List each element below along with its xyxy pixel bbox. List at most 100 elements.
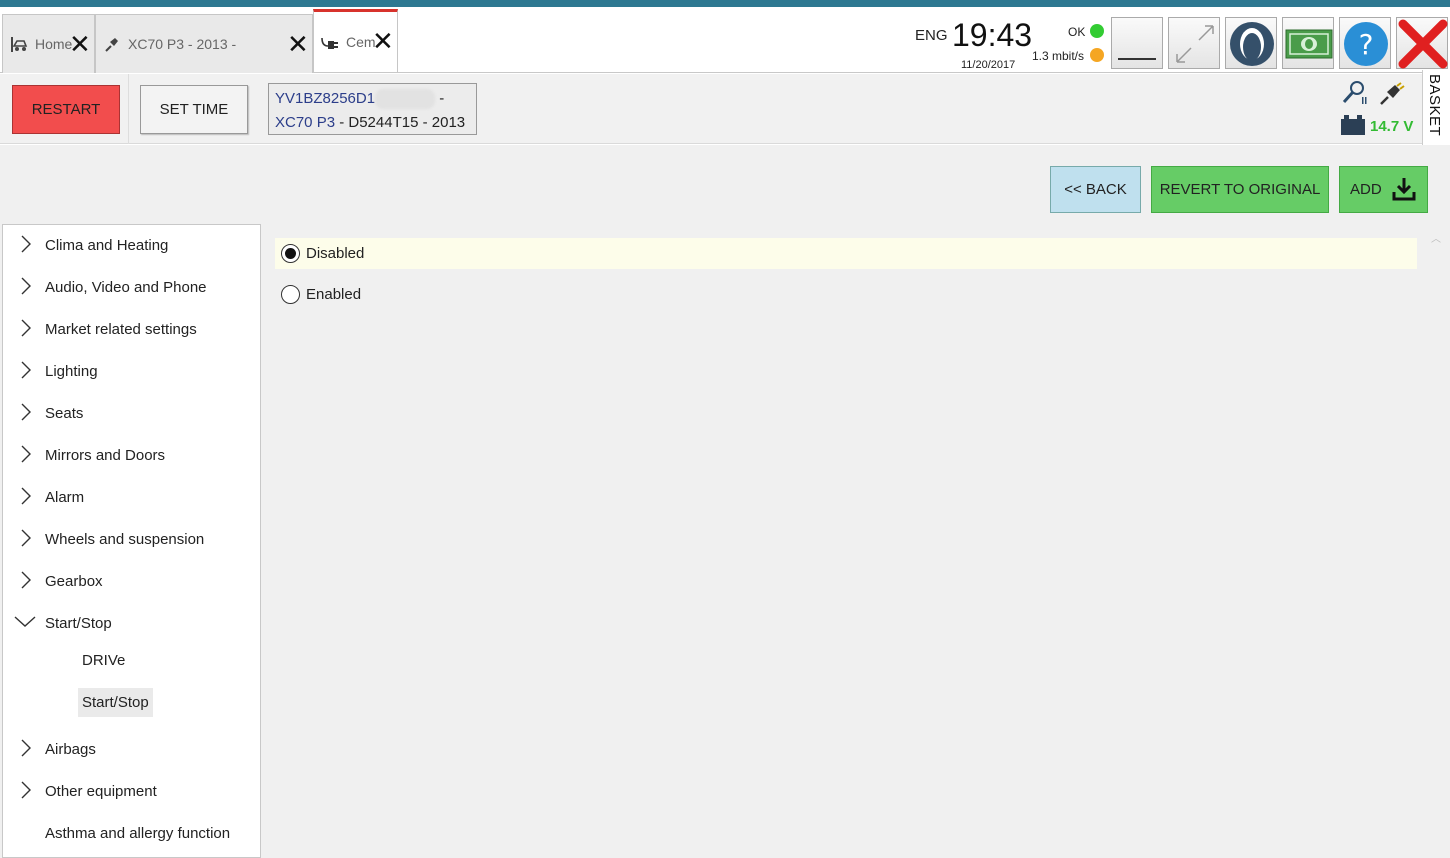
- tree-item-asthma-allergy[interactable]: Asthma and allergy function: [3, 817, 260, 851]
- tree-item-seats[interactable]: Seats: [3, 397, 260, 431]
- tree-item-label: Alarm: [45, 489, 85, 506]
- user-icon: [1230, 22, 1274, 66]
- tab-home-label: Home: [35, 36, 73, 52]
- clock-time: 19:43: [952, 17, 1033, 53]
- chevron-right-icon: [21, 487, 31, 505]
- tree-item-clima-heating[interactable]: Clima and Heating: [3, 229, 260, 263]
- tree-item-label: Asthma and allergy function: [45, 825, 231, 842]
- vehicle-model: XC70 P3: [275, 114, 336, 131]
- main-content: << BACK REVERT TO ORIGINAL ADD Clima and…: [0, 145, 1450, 858]
- language-indicator[interactable]: ENG: [915, 27, 948, 44]
- tree-item-label: DRIVe: [82, 652, 126, 669]
- tab-cem[interactable]: Cem ✕: [313, 9, 398, 72]
- settings-tree: Clima and Heating Audio, Video and Phone…: [2, 224, 261, 858]
- chevron-right-icon: [21, 403, 31, 421]
- tab-vehicle[interactable]: XC70 P3 - 2013 - ✕: [95, 14, 313, 73]
- top-stripe: [0, 0, 1450, 7]
- option-disabled[interactable]: Disabled: [275, 238, 1417, 269]
- radio-disabled[interactable]: [281, 244, 300, 263]
- chevron-right-icon: [21, 319, 31, 337]
- vin-suffix: -: [439, 90, 445, 107]
- tree-item-label: Seats: [45, 405, 84, 422]
- tree-item-gearbox[interactable]: Gearbox: [3, 565, 260, 599]
- tree-item-wheels-suspension[interactable]: Wheels and suspension: [3, 523, 260, 557]
- chevron-right-icon: [21, 361, 31, 379]
- money-icon: [1285, 29, 1333, 59]
- tree-item-alarm[interactable]: Alarm: [3, 481, 260, 515]
- chevron-right-icon: [21, 277, 31, 295]
- tab-vehicle-label: XC70 P3 - 2013 -: [128, 36, 237, 52]
- battery-icon: [1341, 115, 1365, 135]
- tree-subitem-start-stop[interactable]: Start/Stop: [3, 686, 260, 720]
- scroll-up-icon[interactable]: ︿: [1431, 230, 1441, 245]
- tree-item-label: Audio, Video and Phone: [45, 279, 207, 296]
- option-label: Disabled: [306, 245, 365, 262]
- battery-voltage: 14.7 V: [1370, 118, 1414, 135]
- connector-icon: [321, 37, 338, 49]
- transfer-rate-label: 1.3 mbit/s: [1032, 49, 1085, 63]
- clock-date: 11/20/2017: [961, 59, 1016, 71]
- tree-item-audio-video-phone[interactable]: Audio, Video and Phone: [3, 271, 260, 305]
- tree-item-label: Market related settings: [45, 321, 197, 338]
- close-tab-vehicle-icon[interactable]: ✕: [287, 31, 309, 57]
- close-tab-cem-icon[interactable]: ✕: [372, 28, 394, 54]
- tree-item-label: Wheels and suspension: [45, 531, 205, 548]
- chevron-right-icon: [21, 445, 31, 463]
- tree-item-other-equipment[interactable]: Other equipment: [3, 775, 260, 809]
- set-time-button[interactable]: SET TIME: [140, 85, 248, 134]
- radio-enabled[interactable]: [281, 285, 300, 304]
- tree-subitem-drive[interactable]: DRIVe: [3, 644, 260, 678]
- purchase-button[interactable]: [1282, 17, 1334, 69]
- minimize-button[interactable]: [1111, 17, 1163, 69]
- tree-item-lighting[interactable]: Lighting: [3, 355, 260, 389]
- option-enabled[interactable]: Enabled: [275, 279, 1417, 310]
- toolbar-divider: [128, 74, 129, 144]
- vehicle-engine-year: - D5244T15 - 2013: [335, 114, 466, 131]
- tree-item-label: Mirrors and Doors: [45, 447, 166, 464]
- obd-connector-icon: [1380, 82, 1405, 105]
- tree-item-market-settings[interactable]: Market related settings: [3, 313, 260, 347]
- option-list: Disabled Enabled: [275, 238, 1417, 310]
- chevron-right-icon: [21, 781, 31, 799]
- chevron-down-icon: [14, 616, 36, 627]
- minimize-icon: [1118, 58, 1156, 60]
- tree-item-label: Clima and Heating: [45, 237, 169, 254]
- tree-item-label: Gearbox: [45, 573, 103, 590]
- chevron-right-icon: [21, 529, 31, 547]
- tab-home[interactable]: Home ✕: [2, 14, 95, 73]
- svg-text:?: ?: [1359, 28, 1374, 61]
- plug-icon: [105, 38, 118, 52]
- exit-button[interactable]: [1396, 17, 1448, 69]
- close-icon: [1398, 19, 1448, 69]
- chevron-right-icon: [21, 739, 31, 757]
- resize-button[interactable]: [1168, 17, 1220, 69]
- add-button[interactable]: ADD: [1339, 166, 1428, 213]
- help-button[interactable]: ?: [1339, 17, 1391, 69]
- vin-number: YV1BZ8256D1: [275, 90, 376, 107]
- tree-item-label: Start/Stop: [78, 688, 153, 717]
- tree-item-start-stop[interactable]: Start/Stop: [3, 607, 260, 641]
- add-button-label: ADD: [1350, 181, 1382, 198]
- vehicle-info-box[interactable]: YV1BZ8256D1 - XC70 P3 - D5244T15 - 2013: [268, 83, 477, 135]
- tree-item-mirrors-doors[interactable]: Mirrors and Doors: [3, 439, 260, 473]
- revert-to-original-button[interactable]: REVERT TO ORIGINAL: [1151, 166, 1329, 213]
- transfer-rate-dot: [1090, 48, 1104, 62]
- back-button[interactable]: << BACK: [1050, 166, 1141, 213]
- connection-status-dot: [1090, 24, 1104, 38]
- chevron-right-icon: [21, 235, 31, 253]
- resize-icon: [1176, 25, 1214, 63]
- close-tab-home-icon[interactable]: ✕: [69, 31, 91, 57]
- car-lift-icon: [11, 37, 28, 52]
- tree-item-label: Start/Stop: [45, 615, 112, 632]
- tree-item-label: Other equipment: [45, 783, 157, 800]
- tree-item-airbags[interactable]: Airbags: [3, 733, 260, 767]
- vin-redacted: [375, 89, 436, 110]
- key-icon: [1342, 81, 1367, 104]
- tree-item-label: Lighting: [45, 363, 98, 380]
- tree-item-label: Airbags: [45, 741, 96, 758]
- basket-label: BASKET: [1426, 74, 1443, 137]
- toolbar: RESTART SET TIME YV1BZ8256D1 - XC70 P3 -…: [0, 74, 1422, 144]
- restart-button[interactable]: RESTART: [12, 85, 120, 134]
- option-label: Enabled: [306, 286, 362, 303]
- user-profile-button[interactable]: [1225, 17, 1277, 69]
